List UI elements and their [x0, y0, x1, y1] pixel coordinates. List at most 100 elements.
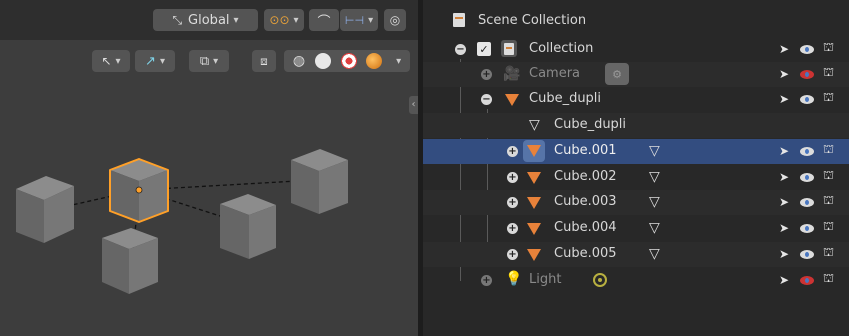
- row-label: Cube.002: [554, 169, 617, 184]
- row-label: Cube_dupli: [554, 117, 627, 132]
- shading-rendered-icon[interactable]: [366, 53, 383, 69]
- pivot-point-dropdown[interactable]: ⊙⊙ ▾: [264, 9, 304, 31]
- mirror-icon: ⊢⊣: [344, 13, 365, 27]
- render-camera-icon[interactable]: ⛫: [823, 219, 834, 235]
- outliner-row-cube-001[interactable]: + Cube.001 ▽ ➤ ⛫: [423, 139, 849, 164]
- checkbox-icon[interactable]: ✓: [477, 42, 491, 56]
- expand-icon[interactable]: +: [507, 223, 518, 234]
- transform-orientation-icon: ⤡: [172, 12, 183, 27]
- eye-icon[interactable]: [800, 173, 814, 182]
- expand-icon[interactable]: +: [507, 197, 518, 208]
- transform-orientation-dropdown[interactable]: ⤡ Global ▾: [153, 9, 258, 31]
- outliner-row-scene-collection[interactable]: Scene Collection: [423, 11, 849, 36]
- select-arrow-icon[interactable]: ➤: [779, 144, 789, 158]
- chevron-down-icon[interactable]: ▾: [396, 56, 401, 67]
- eye-icon[interactable]: [800, 224, 814, 233]
- cube-object[interactable]: [102, 228, 158, 294]
- select-arrow-icon[interactable]: ➤: [779, 42, 789, 56]
- origin-point: [135, 186, 143, 194]
- object-types-dropdown[interactable]: ↗ ▾: [135, 50, 175, 72]
- render-camera-icon[interactable]: ⛫: [823, 142, 834, 158]
- expand-icon[interactable]: +: [507, 249, 518, 260]
- gizmo-dropdown[interactable]: ↖ ▾: [92, 50, 130, 72]
- mesh-data-icon[interactable]: ▽: [649, 220, 660, 236]
- row-label: Cube_dupli: [529, 91, 602, 106]
- eye-icon[interactable]: [800, 45, 814, 54]
- expand-icon[interactable]: +: [507, 146, 518, 157]
- overlays-dropdown[interactable]: ⧉ ▾: [189, 50, 229, 72]
- cube-object[interactable]: [220, 194, 276, 259]
- select-arrow-icon[interactable]: ➤: [779, 92, 789, 106]
- outliner-row-camera[interactable]: + 🎥 Camera ⚙ ➤ ⛫: [423, 62, 849, 87]
- outliner-row-cube-dupli[interactable]: − Cube_dupli ➤ ⛫: [423, 87, 849, 112]
- mesh-data-icon[interactable]: ▽: [649, 169, 660, 185]
- shading-material-icon[interactable]: [340, 53, 357, 69]
- expand-icon[interactable]: +: [481, 275, 492, 286]
- render-camera-icon[interactable]: ⛫: [823, 90, 834, 106]
- overlay-icon: ◎: [389, 13, 401, 27]
- row-label: Collection: [529, 41, 594, 56]
- shading-wire-icon[interactable]: ◍: [293, 53, 305, 69]
- sidebar-toggle[interactable]: ‹: [409, 96, 418, 114]
- expand-icon[interactable]: +: [507, 172, 518, 183]
- collapse-icon[interactable]: −: [481, 94, 492, 105]
- mesh-data-icon[interactable]: ▽: [649, 143, 660, 159]
- outliner-row-cube-003[interactable]: + Cube.003 ▽ ➤ ⛫: [423, 190, 849, 215]
- select-arrow-icon[interactable]: ➤: [779, 247, 789, 261]
- mesh-object-icon: [527, 172, 541, 184]
- eye-icon[interactable]: [800, 198, 814, 207]
- light-data-icon[interactable]: [593, 273, 607, 287]
- select-arrow-icon[interactable]: ➤: [779, 67, 789, 81]
- render-camera-icon[interactable]: ⛫: [823, 271, 834, 287]
- cube-object[interactable]: [16, 176, 74, 243]
- eye-icon[interactable]: [800, 250, 814, 259]
- camera-data-icon[interactable]: ⚙: [605, 63, 629, 85]
- render-camera-icon[interactable]: ⛫: [823, 168, 834, 184]
- mesh-data-icon[interactable]: ▽: [649, 246, 660, 262]
- eye-hidden-icon[interactable]: [800, 70, 814, 79]
- scene-collection-icon: [453, 13, 465, 27]
- mesh-object-icon: [527, 249, 541, 261]
- shading-mode-group: ◍ ▾: [284, 50, 410, 72]
- outliner-row-cube-005[interactable]: + Cube.005 ▽ ➤ ⛫: [423, 242, 849, 267]
- gizmo-icon: ↖: [101, 54, 112, 68]
- mesh-data-icon[interactable]: ▽: [649, 194, 660, 210]
- select-arrow-icon[interactable]: ➤: [779, 170, 789, 184]
- render-camera-icon[interactable]: ⛫: [823, 65, 834, 81]
- mesh-object-icon: [527, 223, 541, 235]
- chevron-down-icon: ▾: [293, 14, 299, 26]
- select-arrow-icon[interactable]: ➤: [779, 195, 789, 209]
- 3d-viewport[interactable]: ⤡ Global ▾ ⊙⊙ ▾ ⌒ ⊢⊣ ▾ ◎ ↖ ▾ ↗ ▾ ⧉ ▾ ⧈ ◍…: [0, 0, 418, 336]
- eye-hidden-icon[interactable]: [800, 276, 814, 285]
- select-arrow-icon[interactable]: ➤: [779, 221, 789, 235]
- selected-cube-object[interactable]: [109, 158, 169, 223]
- light-icon: 💡: [505, 271, 523, 287]
- outliner-row-mesh-data[interactable]: ▽ Cube_dupli: [423, 113, 849, 138]
- collapse-icon[interactable]: −: [455, 44, 466, 55]
- mesh-object-icon: [505, 94, 519, 106]
- xray-toggle[interactable]: ⧈: [252, 50, 276, 72]
- mirror-dropdown[interactable]: ⊢⊣ ▾: [340, 9, 378, 31]
- viewport-scene[interactable]: [0, 76, 418, 336]
- cube-object[interactable]: [291, 149, 348, 214]
- chevron-down-icon: ▾: [368, 14, 374, 26]
- outliner-row-collection[interactable]: − ✓ Collection ➤ ⛫: [423, 37, 849, 62]
- render-camera-icon[interactable]: ⛫: [823, 245, 834, 261]
- collection-icon: [501, 40, 517, 57]
- proportional-edit-toggle[interactable]: ⌒: [309, 9, 339, 31]
- expand-icon[interactable]: +: [481, 69, 492, 80]
- outliner-row-cube-004[interactable]: + Cube.004 ▽ ➤ ⛫: [423, 216, 849, 241]
- eye-icon[interactable]: [800, 95, 814, 104]
- render-camera-icon[interactable]: ⛫: [823, 40, 834, 56]
- row-label: Cube.003: [554, 194, 617, 209]
- outliner-row-light[interactable]: + 💡 Light ➤ ⛫: [423, 268, 849, 293]
- shading-solid-icon[interactable]: [314, 53, 331, 69]
- render-camera-icon[interactable]: ⛫: [823, 193, 834, 209]
- chevron-down-icon: ▾: [233, 14, 239, 26]
- outliner-row-cube-002[interactable]: + Cube.002 ▽ ➤ ⛫: [423, 165, 849, 190]
- select-arrow-icon[interactable]: ➤: [779, 273, 789, 287]
- eye-icon[interactable]: [800, 147, 814, 156]
- overlay-toggle[interactable]: ◎: [384, 9, 406, 31]
- chevron-down-icon: ▾: [159, 55, 165, 67]
- chevron-down-icon: ▾: [213, 55, 219, 67]
